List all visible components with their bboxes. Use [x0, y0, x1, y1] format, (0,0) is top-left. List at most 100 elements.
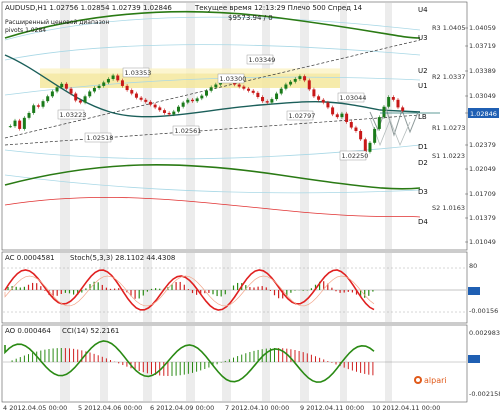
level-label: LB [418, 113, 427, 121]
session-stripe [222, 253, 231, 322]
candle-body [200, 95, 204, 99]
candle-body [13, 120, 17, 127]
candle-body [176, 106, 180, 112]
candle-body [265, 101, 269, 103]
candle-body [303, 76, 307, 81]
candle-body [130, 90, 134, 94]
candle-body [97, 85, 101, 88]
ao-y-label: 0.002983 [469, 329, 500, 337]
candle-body [22, 117, 26, 129]
candle-body [120, 80, 124, 86]
x-tick-label: 5 2012.04.06 00:00 [78, 404, 142, 412]
alpari-logo: alpari [414, 376, 447, 385]
candle-body [18, 120, 22, 129]
candle-body [92, 87, 96, 92]
candle-body [279, 88, 283, 94]
candle-body [335, 114, 339, 118]
price-tag: 1.03044 [340, 94, 367, 102]
candle-body [46, 96, 50, 102]
ac-y-label: -0.00156 [469, 307, 498, 315]
ac-y-label: 80 [469, 262, 477, 270]
candle-body [144, 99, 148, 102]
note-line2: pivots 1.0284 [5, 27, 46, 34]
candle-body [214, 84, 218, 88]
level-label: U3 [418, 34, 428, 42]
candle-body [261, 97, 265, 102]
session-stripe [60, 3, 70, 249]
price-tag: 1.02250 [342, 152, 369, 160]
x-tick-label: 10 2012.04.11 00:00 [372, 404, 440, 412]
candle-body [331, 107, 335, 115]
level-label: U4 [418, 6, 428, 14]
candle-body [116, 75, 120, 81]
y-tick-label: 1.02379 [469, 141, 496, 149]
candle-body [363, 139, 367, 152]
candle-body [237, 84, 241, 87]
candle-body [349, 121, 353, 128]
candle-body [139, 97, 143, 100]
candle-body [102, 82, 106, 86]
candle-body [209, 87, 213, 91]
candle-body [125, 85, 129, 91]
candle-body [106, 78, 110, 83]
ao-title: AO 0.000464 [5, 327, 51, 335]
session-stripe [60, 253, 70, 322]
y-tick-label: 1.04059 [469, 24, 496, 32]
pivot-label: R1 1.0273 [432, 124, 465, 132]
level-label: D3 [418, 188, 428, 196]
level-label: D4 [418, 218, 428, 226]
cci-label: CCI(14) 52.2161 [62, 327, 119, 335]
candle-body [134, 93, 138, 98]
candle-body [293, 78, 297, 82]
candle-body [158, 107, 162, 111]
level-label: U1 [418, 82, 428, 90]
symbol-line: AUDUSD,H1 1.02756 1.02854 1.02739 1.0284… [5, 4, 172, 12]
y-tick-label: 1.01379 [469, 214, 496, 222]
candle-body [307, 80, 311, 90]
candle-body [251, 90, 255, 93]
ac-title: AC 0.0004581 [5, 254, 55, 262]
candle-body [195, 98, 199, 102]
candle-body [74, 93, 78, 101]
candle-body [162, 110, 166, 113]
candle-body [167, 112, 171, 115]
pivot-label: S2 1.0163 [432, 204, 465, 212]
equity-line: $9573.94 / 0 [228, 14, 273, 22]
price-tag: 1.03223 [60, 111, 87, 119]
candle-body [153, 104, 157, 108]
session-stripe [300, 326, 309, 401]
price-tag: 1.03349 [249, 56, 276, 64]
candle-body [401, 107, 405, 111]
session-stripe [143, 253, 152, 322]
price-tag: 1.02518 [87, 134, 114, 142]
session-stripe [340, 3, 347, 249]
pivot-label: R3 1.0405 [432, 24, 465, 32]
candle-body [55, 87, 59, 92]
y-tick-label: 1.02049 [469, 165, 496, 173]
logo-text: alpari [424, 376, 447, 385]
candle-body [50, 91, 54, 97]
level-label: U2 [418, 67, 428, 75]
candle-body [382, 106, 386, 118]
pivot-label: S1 1.0223 [432, 152, 465, 160]
stoch-label: Stoch(5,3,3) 28.1102 44.4308 [70, 254, 175, 262]
candle-body [340, 113, 344, 118]
candle-body [270, 99, 274, 103]
candle-body [60, 83, 64, 88]
candle-body [88, 91, 92, 97]
session-stripe [100, 3, 108, 249]
candle-body [186, 99, 190, 103]
session-stripe [385, 326, 392, 401]
ao-marker [468, 355, 480, 363]
candle-body [275, 93, 279, 100]
candle-body [148, 101, 152, 105]
candle-body [321, 99, 325, 103]
candle-body [284, 84, 288, 89]
session-stripe [222, 3, 231, 249]
chart-canvas: 1.03223 1.03353 1.03300 1.03349 1.03044 1.025… [1, 1, 500, 412]
y-tick-label: 1.03049 [469, 92, 496, 100]
candle-body [377, 117, 381, 129]
ticker-line: Текущее время 12:13:29 Плечо 500 Спред 1… [194, 4, 363, 12]
level-label: D1 [418, 143, 428, 151]
price-tag: 1.03353 [125, 69, 152, 77]
